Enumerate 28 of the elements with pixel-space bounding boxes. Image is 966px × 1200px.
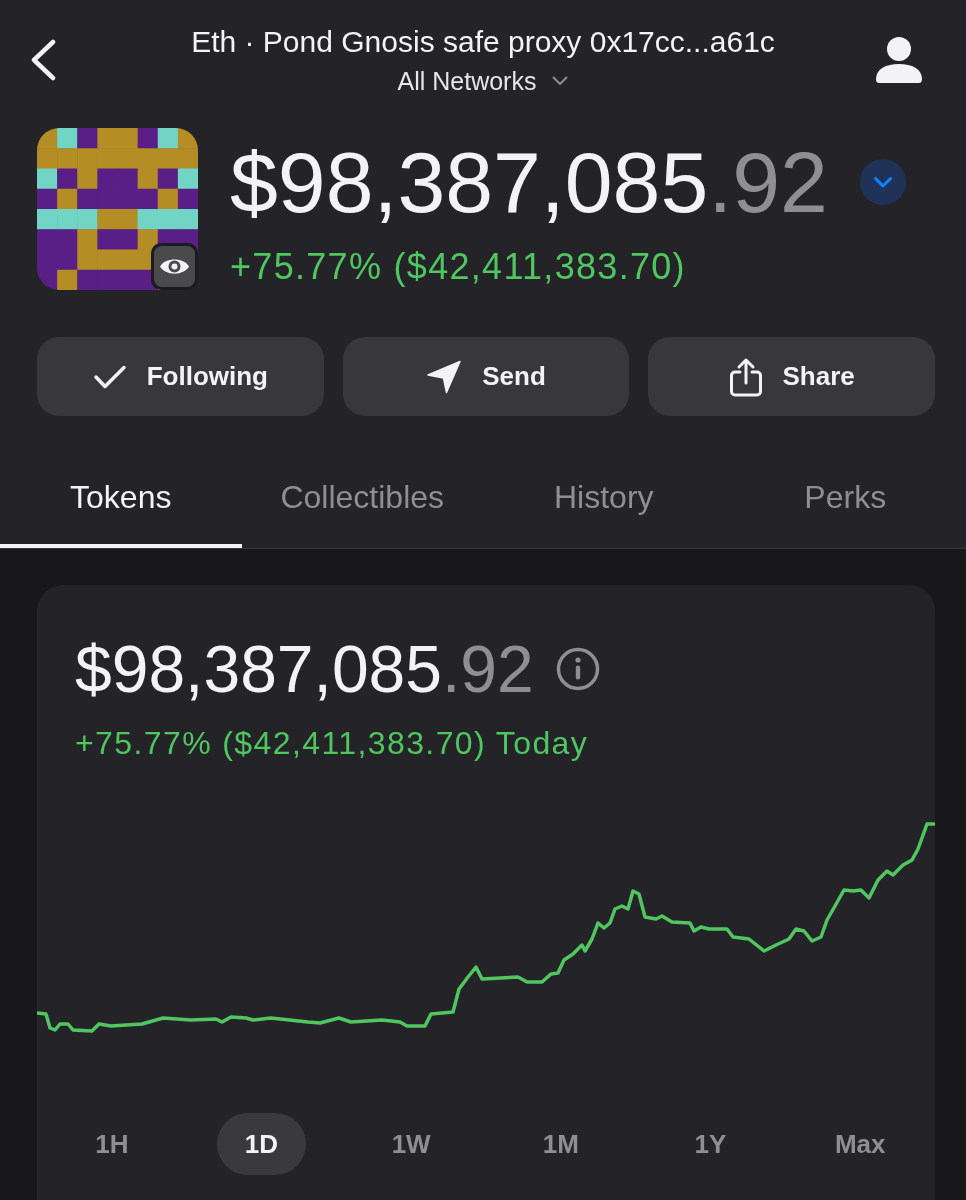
tab[interactable]: Perks — [724, 452, 966, 548]
share-button[interactable]: Share — [648, 337, 935, 416]
back-icon[interactable] — [30, 39, 57, 81]
time-range-tab[interactable]: Max — [806, 1113, 914, 1175]
info-icon[interactable] — [555, 647, 600, 691]
balance-amount: $98,387,085.92 — [75, 636, 534, 702]
send-button[interactable]: Send — [342, 337, 630, 416]
person-icon[interactable] — [876, 37, 922, 83]
balance-change: +75.77% ($42,411,383.70) — [230, 246, 687, 288]
time-range-tab[interactable]: 1D — [216, 1113, 307, 1175]
balance-amount: $98,387,085.92 — [230, 139, 828, 225]
eye-icon — [151, 243, 198, 290]
time-range-tab[interactable]: 1H — [67, 1113, 157, 1175]
tab[interactable]: History — [483, 452, 725, 548]
tab[interactable]: Tokens — [0, 452, 242, 548]
chevron-down-icon[interactable] — [859, 159, 906, 205]
time-range-tab[interactable]: 1W — [363, 1113, 459, 1175]
balance-change: +75.77% ($42,411,383.70) Today — [75, 725, 589, 761]
time-range-tab[interactable]: 1M — [514, 1113, 607, 1175]
chevron-down-icon[interactable] — [552, 76, 569, 86]
paper-plane-icon — [426, 359, 463, 394]
tab[interactable]: Collectibles — [241, 452, 483, 548]
time-range-tab[interactable]: 1Y — [666, 1113, 755, 1175]
wallet-title: Eth · Pond Gnosis safe proxy 0x17cc...a61c — [191, 24, 775, 60]
share-icon — [728, 356, 763, 397]
check-icon — [92, 363, 127, 390]
following-button[interactable]: Following — [37, 337, 324, 416]
network-dropdown[interactable]: All Networks — [397, 66, 569, 96]
